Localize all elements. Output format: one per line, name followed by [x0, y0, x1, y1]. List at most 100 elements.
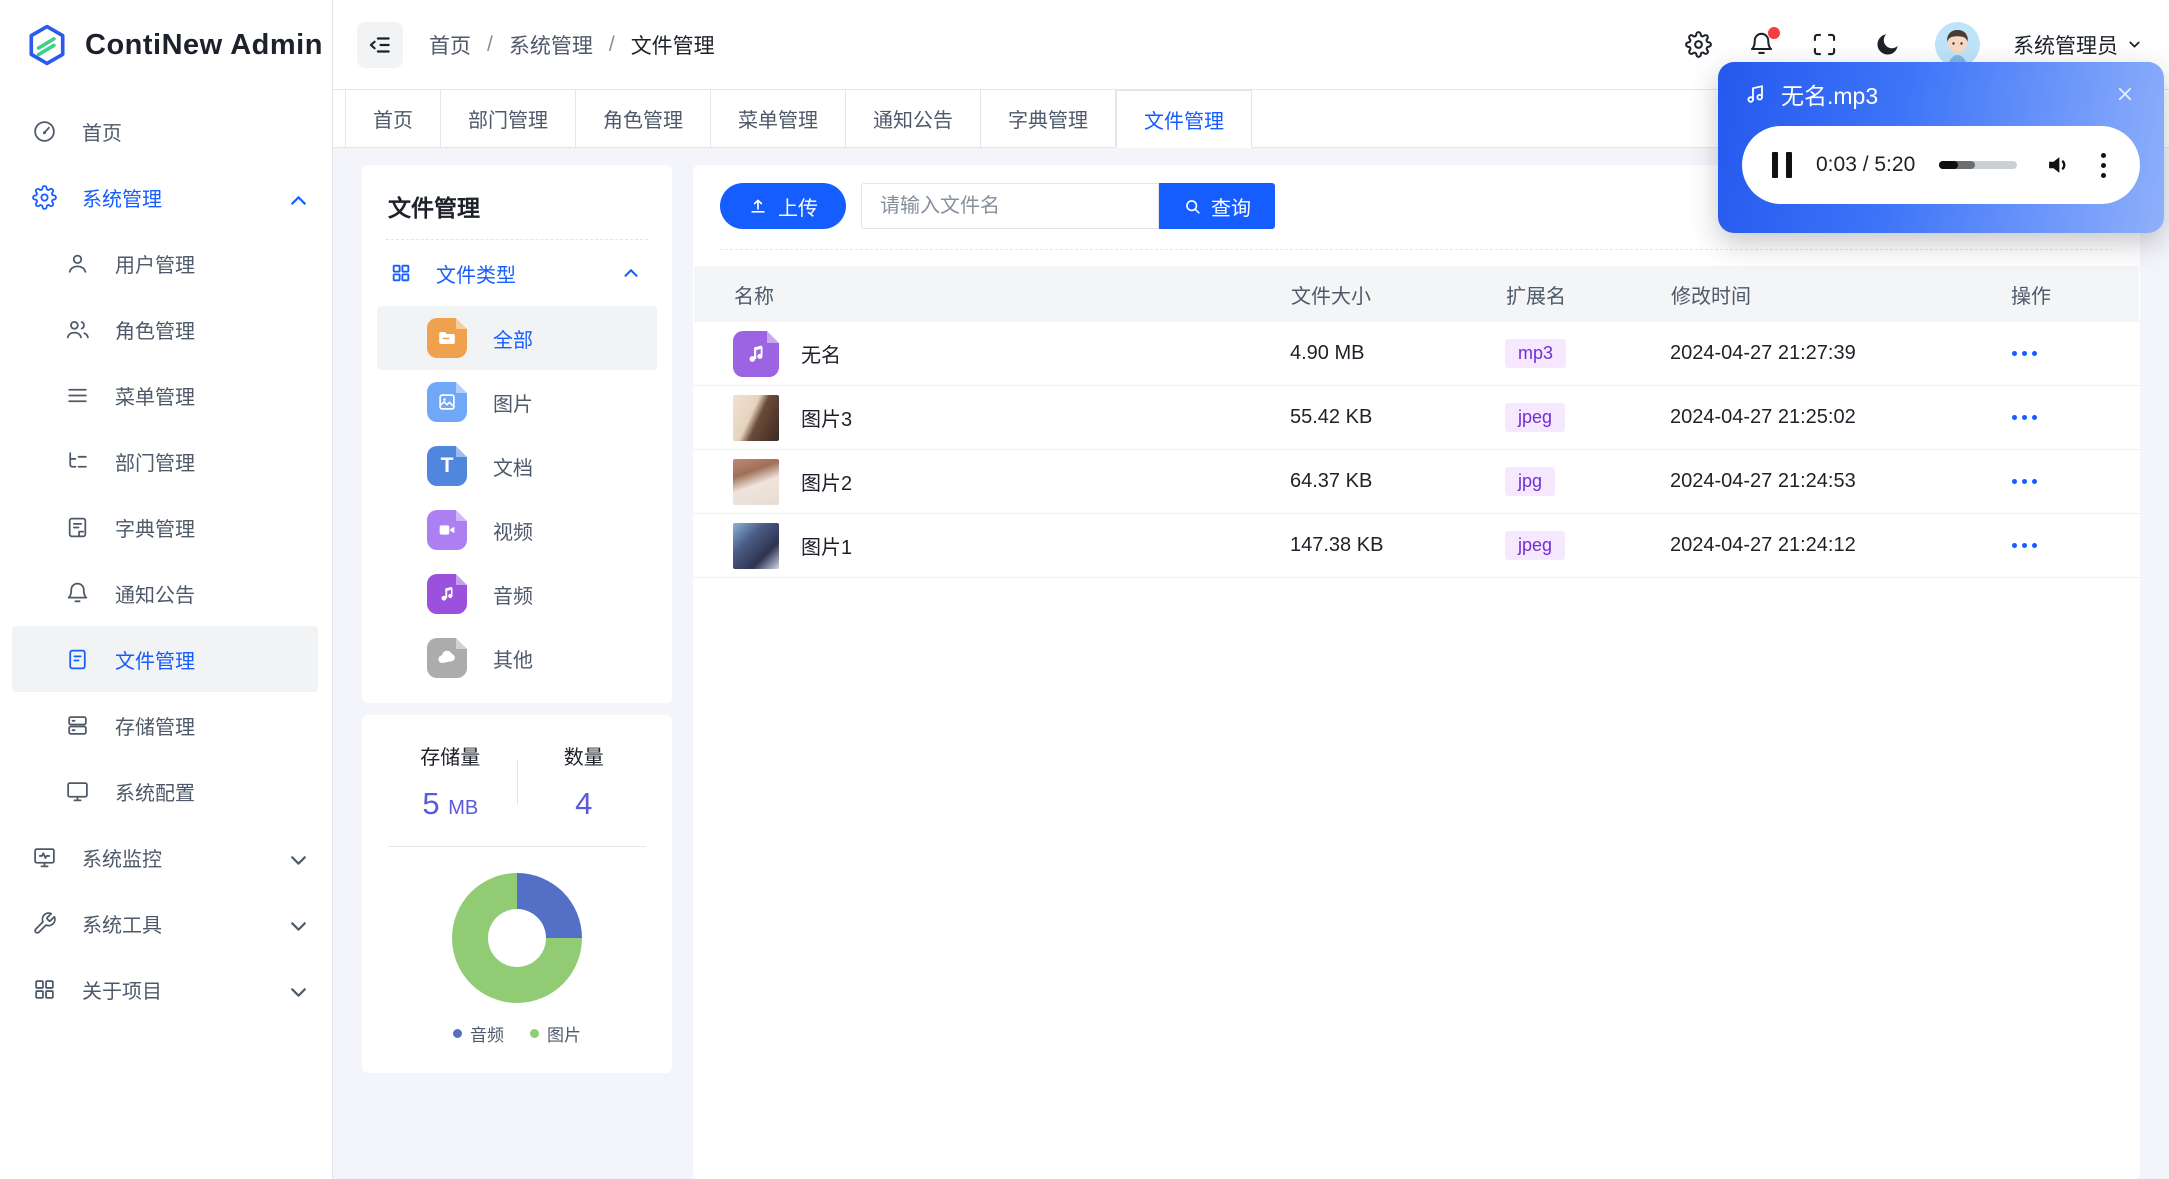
- photo-thumbnail[interactable]: [733, 522, 779, 569]
- file-name[interactable]: 图片3: [801, 403, 852, 432]
- user-menu[interactable]: 系统管理员: [2013, 30, 2143, 60]
- file-type-other[interactable]: 其他: [377, 626, 657, 690]
- table-row[interactable]: 图片1 147.38 KB jpeg 2024-04-27 21:24:12: [693, 514, 2140, 578]
- sidebar-item-home[interactable]: 首页: [0, 98, 332, 164]
- sidebar-item-system-monitor[interactable]: 系统监控: [0, 824, 332, 890]
- file-type-group-toggle[interactable]: 文件类型: [386, 240, 648, 306]
- file-type-video[interactable]: 视频: [377, 498, 657, 562]
- search-input[interactable]: [861, 183, 1159, 229]
- row-more-actions-button[interactable]: [2010, 473, 2100, 490]
- menu-fold-icon: [367, 32, 393, 58]
- file-size: 55.42 KB: [1290, 406, 1373, 428]
- app-title: ContiNew Admin: [85, 28, 323, 61]
- file-type-all[interactable]: 全部: [377, 306, 657, 370]
- sidebar-item-user-management[interactable]: 用户管理: [0, 230, 332, 296]
- tab-role[interactable]: 角色管理: [576, 90, 711, 147]
- audio-slider-thumb[interactable]: [1939, 161, 1959, 169]
- sidebar-item-department-management[interactable]: 部门管理: [0, 428, 332, 494]
- pause-button[interactable]: [1772, 152, 1792, 178]
- tab-menu[interactable]: 菜单管理: [711, 90, 846, 147]
- tab-dictionary[interactable]: 字典管理: [981, 90, 1116, 147]
- logo[interactable]: ContiNew Admin: [0, 0, 332, 90]
- sidebar-item-storage-management[interactable]: 存储管理: [0, 692, 332, 758]
- storage-stat: 存储量 5 MB: [384, 741, 517, 822]
- sidebar-item-label: 通知公告: [115, 584, 195, 607]
- query-button[interactable]: 查询: [1159, 183, 1275, 229]
- row-more-actions-button[interactable]: [2010, 537, 2100, 554]
- photo-thumbnail[interactable]: [733, 458, 779, 505]
- table-row[interactable]: 无名 4.90 MB mp3 2024-04-27 21:27:39: [693, 322, 2140, 386]
- sidebar-item-label: 系统配置: [115, 782, 195, 805]
- sidebar-item-notice[interactable]: 通知公告: [0, 560, 332, 626]
- donut-chart[interactable]: [452, 873, 582, 1003]
- tab-file-management[interactable]: 文件管理: [1116, 90, 1252, 148]
- file-size: 64.37 KB: [1290, 470, 1373, 492]
- upload-button[interactable]: 上传: [720, 183, 846, 229]
- sidebar-menu: 首页 系统管理 用户管理 角色管理 菜单管理 部门管理 字典管理 通知公告 文件…: [0, 90, 332, 1022]
- gear-icon: [31, 184, 57, 210]
- divider: [720, 249, 2113, 250]
- row-more-actions-button[interactable]: [2010, 345, 2100, 362]
- search-group: 查询: [861, 183, 1275, 229]
- sidebar-item-file-management[interactable]: 文件管理: [12, 626, 318, 692]
- storage-value: 5 MB: [422, 786, 479, 821]
- donut-hole: [488, 909, 546, 967]
- collapse-sidebar-button[interactable]: [357, 21, 403, 68]
- close-icon[interactable]: [2112, 81, 2138, 107]
- sidebar-item-label: 系统工具: [82, 914, 162, 937]
- wrench-icon: [31, 910, 57, 936]
- user-avatar[interactable]: [1935, 22, 1980, 67]
- audio-player-controls: 0:03 / 5:20: [1742, 126, 2140, 204]
- file-name-cell: 无名: [733, 330, 1290, 377]
- legend-item-image[interactable]: 图片: [530, 1021, 581, 1046]
- dark-mode-moon-icon[interactable]: [1872, 30, 1902, 60]
- file-type-document[interactable]: T 文档: [377, 434, 657, 498]
- kebab-menu-icon[interactable]: [2097, 149, 2110, 182]
- tab-notice[interactable]: 通知公告: [846, 90, 981, 147]
- audio-progress-slider[interactable]: [1939, 161, 2018, 169]
- music-file-icon[interactable]: [733, 330, 779, 377]
- sidebar-item-system-config[interactable]: 系统配置: [0, 758, 332, 824]
- file-type-audio[interactable]: 音频: [377, 562, 657, 626]
- file-type-image[interactable]: 图片: [377, 370, 657, 434]
- audio-popup-header: 无名.mp3: [1718, 62, 2164, 126]
- legend-dot: [530, 1029, 539, 1038]
- grid-icon: [31, 976, 57, 1002]
- photo-thumbnail[interactable]: [733, 394, 779, 441]
- notification-bell-icon[interactable]: [1746, 26, 1780, 60]
- chevron-up-icon: [620, 262, 642, 284]
- legend-item-audio[interactable]: 音频: [453, 1021, 504, 1046]
- tab-home[interactable]: 首页: [345, 90, 441, 147]
- file-type-donut-chart: 音频 图片: [384, 873, 650, 1046]
- file-name[interactable]: 图片2: [801, 467, 852, 496]
- column-header-name: 名称: [734, 285, 774, 308]
- sidebar-item-system-tools[interactable]: 系统工具: [0, 890, 332, 956]
- sidebar-item-system-management[interactable]: 系统管理: [0, 164, 332, 230]
- table-row[interactable]: 图片3 55.42 KB jpeg 2024-04-27 21:25:02: [693, 386, 2140, 450]
- tab-department[interactable]: 部门管理: [441, 90, 576, 147]
- sidebar-item-dictionary-management[interactable]: 字典管理: [0, 494, 332, 560]
- breadcrumb-item[interactable]: 系统管理: [509, 30, 593, 60]
- volume-icon[interactable]: [2045, 151, 2073, 179]
- row-more-actions-button[interactable]: [2010, 409, 2100, 426]
- folder-icon: [427, 318, 467, 358]
- file-ext-cell: jpeg: [1505, 531, 1670, 560]
- sidebar-item-about-project[interactable]: 关于项目: [0, 956, 332, 1022]
- fullscreen-icon[interactable]: [1809, 30, 1839, 60]
- file-type-label: 文档: [493, 457, 533, 480]
- dictionary-icon: [64, 514, 90, 540]
- breadcrumb-item[interactable]: 首页: [429, 30, 471, 60]
- count-value: 4: [575, 786, 593, 821]
- breadcrumb-separator: /: [608, 32, 615, 56]
- sidebar-item-menu-management[interactable]: 菜单管理: [0, 362, 332, 428]
- file-name[interactable]: 图片1: [801, 531, 852, 560]
- user-name: 系统管理员: [2013, 34, 2118, 58]
- chevron-up-icon: [286, 188, 306, 206]
- table-row[interactable]: 图片2 64.37 KB jpg 2024-04-27 21:24:53: [693, 450, 2140, 514]
- music-icon: [427, 574, 467, 614]
- settings-gear-icon[interactable]: [1683, 30, 1713, 60]
- sidebar-item-role-management[interactable]: 角色管理: [0, 296, 332, 362]
- sidebar-item-label: 文件管理: [115, 650, 195, 673]
- audio-filename: 无名.mp3: [1781, 83, 1879, 109]
- file-name[interactable]: 无名: [801, 339, 841, 368]
